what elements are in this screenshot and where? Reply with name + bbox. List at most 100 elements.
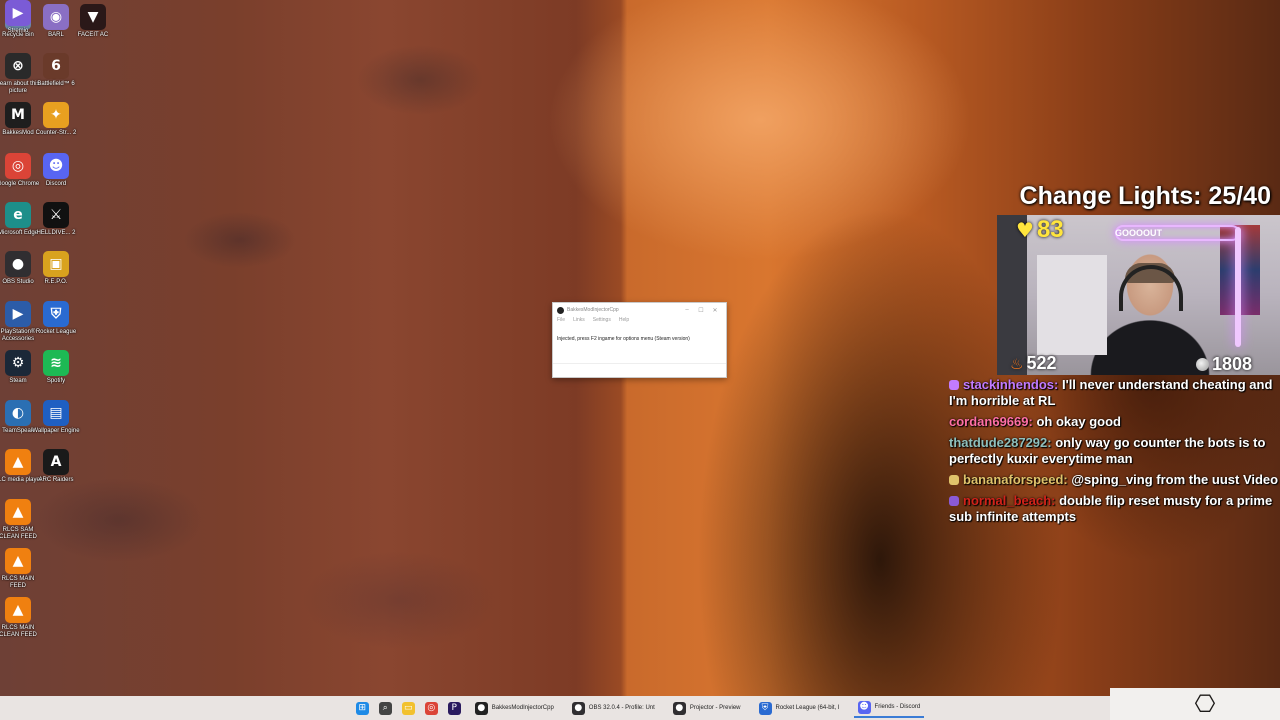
desktop-icon-repo[interactable]: ▣ R.E.P.O. (32, 251, 80, 286)
menu-bar: File Links Settings Help (553, 317, 726, 326)
heart-icon: ♥ (1016, 218, 1034, 242)
vlc-icon: ▲ (5, 548, 31, 574)
desktop-icon-label: Rocket League (35, 329, 77, 335)
obs-icon: ● (5, 251, 31, 277)
vlc-icon: ▲ (5, 499, 31, 525)
neon-sign-text: GOOOOUT (1115, 228, 1162, 238)
obs-icon: ● (571, 701, 585, 715)
menu-settings[interactable]: Settings (593, 317, 611, 326)
chat-username: cordan69669: (949, 414, 1033, 429)
discord-icon: ☻ (43, 153, 69, 179)
desktop-icon-label: Discord (45, 181, 67, 187)
desktop-icon-label: Stremio (7, 28, 29, 34)
taskbar-app-obs[interactable]: ● Projector - Preview (669, 698, 745, 718)
desktop-icon-label: R.E.P.O. (44, 279, 68, 285)
chat-username: thatdude287292: (949, 435, 1052, 450)
taskbar-app-label: BakkesModInjectorCpp (491, 705, 554, 711)
bakkesmod-icon: M (5, 102, 31, 128)
desktop-icon-vlc[interactable]: ▲ RLCS MAIN FEED (0, 548, 42, 590)
menu-help[interactable]: Help (619, 317, 629, 326)
taskbar-app-label: Projector - Preview (689, 705, 741, 711)
menu-links[interactable]: Links (573, 317, 585, 326)
desktop-icon-stremio[interactable]: ▶ Stremio (0, 0, 42, 35)
chrome-icon[interactable]: ◎ (424, 701, 438, 715)
desktop-icon-discord[interactable]: ☻ Discord (32, 153, 80, 188)
taskbar-app-obs[interactable]: ● OBS 32.0.4 - Profile: Unt (568, 698, 659, 718)
desktop-icon-vlc[interactable]: ▲ RLCS MAIN CLEAN FEED (0, 597, 42, 639)
fire-icon: ♨ (1010, 354, 1024, 373)
taskbar-app-label: OBS 32.0.4 - Profile: Unt (588, 705, 655, 711)
fire-stat: ♨ 522 (1010, 353, 1057, 374)
desktop-icon-wallpaper-engine[interactable]: ▤ Wallpaper Engine (32, 400, 80, 435)
menu-file[interactable]: File (557, 317, 565, 326)
chat-message: stackinhendos: I'll never understand che… (949, 377, 1280, 409)
chat-username: normal_beach: (963, 493, 1056, 508)
coins-stat: 1808 (1196, 354, 1252, 375)
status-message: Injected, press F2 ingame for options me… (557, 336, 690, 342)
helldivers-icon: ⚔ (43, 202, 69, 228)
desktop-icon-label: RLCS MAIN FEED (1, 576, 35, 589)
steam-icon: ⚙ (5, 350, 31, 376)
counter-strike-icon: ✦ (43, 102, 69, 128)
desktop-icon-counter-strike[interactable]: ✦ Counter-Str... 2 (32, 102, 80, 137)
desktop-icon-vlc[interactable]: ▲ RLCS SAM CLEAN FEED (0, 499, 42, 541)
bakkesmod-icon: ● (474, 701, 488, 715)
discord-icon: ☻ (857, 700, 871, 714)
desktop-icon-label: RLCS SAM CLEAN FEED (0, 527, 37, 540)
window-title: BakkesModInjectorCpp (567, 307, 619, 313)
arc-raiders-icon: A (43, 449, 69, 475)
obs-icon: ● (672, 701, 686, 715)
desktop-icon-label: ARC Raiders (38, 477, 74, 483)
taskbar: ⊞ ⌕ ▭ ◎ P ● BakkesModInjectorCpp ● OBS 32.0.4 - … (0, 696, 1280, 720)
minimize-button[interactable]: – (680, 307, 694, 313)
taskbar-app-label: Rocket League (64-bit, I (775, 705, 840, 711)
desktop-icon-label: HELLDIVE... 2 (36, 230, 76, 236)
fire-count: 522 (1026, 353, 1057, 373)
chat-username: bananaforspeed: (963, 472, 1068, 487)
chat-message: normal_beach: double flip reset musty fo… (949, 493, 1280, 525)
stremio-icon: ▶ (5, 0, 31, 26)
file-explorer-icon[interactable]: ▭ (401, 701, 415, 715)
search-icon[interactable]: ⌕ (378, 701, 392, 715)
window-titlebar[interactable]: BakkesModInjectorCpp – ☐ ✕ (553, 303, 726, 317)
neon-light-bar (1235, 227, 1241, 347)
battlefield-icon: 6 (43, 53, 69, 79)
taskbar-app-bakkesmod[interactable]: ● BakkesModInjectorCpp (471, 698, 558, 718)
taskbar-app-rocket-league[interactable]: ⛨ Rocket League (64-bit, I (755, 698, 844, 718)
chat-badge-icon (949, 380, 959, 390)
windows-start-icon[interactable]: ⊞ (355, 701, 369, 715)
desktop-icon-label: Wallpaper Engine (32, 428, 80, 434)
gamers-logo-icon: ⎔ (1194, 690, 1216, 718)
hearts-stat: ♥ 83 (1016, 216, 1064, 244)
desktop-icon-label: RLCS MAIN CLEAN FEED (0, 625, 37, 638)
desktop-icon-faceit[interactable]: ▼ FACEIT AC (69, 4, 117, 39)
coins-count: 1808 (1212, 354, 1253, 374)
hearts-count: 83 (1036, 216, 1064, 243)
chat-badge-icon (949, 475, 959, 485)
bakkesmod-injector-window[interactable]: BakkesModInjectorCpp – ☐ ✕ File Links Se… (552, 302, 727, 378)
vlc-icon: ▲ (5, 449, 31, 475)
desktop-icon-rocket-league[interactable]: ⛨ Rocket League (32, 301, 80, 336)
taskbar-app-discord[interactable]: ☻ Friends - Discord (853, 698, 925, 718)
rocket-league-icon: ⛨ (43, 301, 69, 327)
rocket-league-icon: ⛨ (758, 701, 772, 715)
close-button[interactable]: ✕ (708, 307, 722, 314)
desktop-icon-helldivers[interactable]: ⚔ HELLDIVE... 2 (32, 202, 80, 237)
desktop-icon-spotify[interactable]: ≋ Spotify (32, 350, 80, 385)
maximize-button[interactable]: ☐ (694, 307, 708, 314)
desktop-icon-label: Spotify (46, 378, 66, 384)
wallpaper-texture (0, 0, 630, 720)
chat-overlay: stackinhendos: I'll never understand che… (949, 377, 1280, 530)
chat-text: oh okay good (1036, 414, 1121, 429)
wallpaper-engine-icon: ▤ (43, 400, 69, 426)
learn-picture-icon: ⊗ (5, 53, 31, 79)
barl-icon: ◉ (43, 4, 69, 30)
taskbar-app-label: Friends - Discord (874, 704, 921, 710)
premiere-icon[interactable]: P (447, 701, 461, 715)
desktop-icon-battlefield[interactable]: 6 Battlefield™ 6 (32, 53, 80, 88)
desktop-icon-label: Battlefield™ 6 (37, 81, 75, 87)
desktop-icon-arc-raiders[interactable]: A ARC Raiders (32, 449, 80, 484)
chat-username: stackinhendos: (963, 377, 1059, 392)
app-icon (557, 306, 564, 314)
divider (553, 363, 726, 364)
